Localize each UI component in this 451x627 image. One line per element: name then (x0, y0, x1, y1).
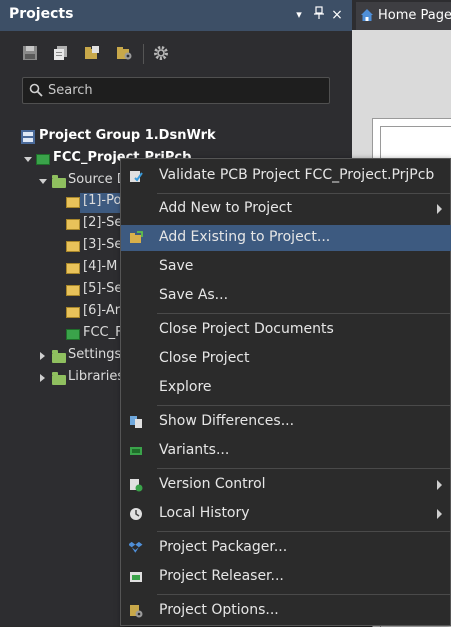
context-menu: Validate PCB Project FCC_Project.PrjPcb … (120, 158, 451, 626)
menu-item-label: Local History (159, 505, 250, 521)
menu-item-add-new[interactable]: Add New to Project (121, 196, 451, 222)
menu-item-label: Show Differences... (159, 413, 295, 429)
pcb-project-icon (36, 154, 50, 165)
toolbar-separator (143, 44, 144, 64)
save-all-icon[interactable] (53, 45, 69, 61)
menu-separator (157, 313, 450, 314)
variants-icon (130, 447, 142, 455)
differences-icon (130, 416, 142, 428)
tree-item-project-group[interactable]: Project Group 1.DsnWrk (39, 128, 216, 143)
submenu-arrow-icon (437, 509, 442, 519)
panel-title: Projects (9, 6, 74, 22)
menu-item-save[interactable]: Save (121, 254, 451, 280)
submenu-arrow-icon (437, 480, 442, 490)
project-settings-icon[interactable] (116, 45, 132, 61)
schematic-doc-icon (66, 241, 80, 252)
menu-item-label: Version Control (159, 476, 266, 492)
history-icon (130, 508, 142, 520)
menu-item-validate[interactable]: Validate PCB Project FCC_Project.PrjPcb (121, 163, 451, 189)
schematic-doc-icon (66, 285, 80, 296)
menu-separator (157, 193, 450, 194)
menu-item-label: Project Packager... (159, 539, 288, 555)
tree-item-libraries[interactable]: Libraries (68, 369, 124, 384)
menu-item-label: Validate PCB Project FCC_Project.PrjPcb (159, 167, 435, 183)
menu-item-show-differences[interactable]: Show Differences... (121, 409, 451, 435)
menu-item-variants[interactable]: Variants... (121, 438, 451, 464)
tab-label: Home Page (378, 8, 451, 23)
folder-icon (52, 175, 66, 188)
menu-item-project-packager[interactable]: Project Packager... (121, 535, 451, 561)
home-icon (361, 9, 373, 21)
tree-item-pcb-doc[interactable]: FCC_F (83, 325, 123, 340)
menu-item-close-project-documents[interactable]: Close Project Documents (121, 317, 451, 343)
menu-separator (157, 405, 450, 406)
schematic-doc-icon (66, 219, 80, 230)
panel-header: Projects ▾ × (0, 0, 352, 31)
menu-item-label: Project Options... (159, 602, 279, 618)
panel-menu-button[interactable]: ▾ (292, 6, 306, 24)
menu-separator (157, 594, 450, 595)
collapse-arrow-icon[interactable] (40, 374, 45, 382)
releaser-icon (130, 572, 142, 582)
folder-open-icon (130, 231, 143, 243)
validate-icon (130, 171, 143, 182)
menu-item-label: Save As... (159, 287, 229, 303)
close-panel-button[interactable]: × (330, 6, 344, 24)
pin-icon (314, 6, 324, 19)
schematic-doc-icon (66, 263, 80, 274)
save-icon[interactable] (22, 45, 38, 61)
tree-item-doc[interactable]: [1]-Po (83, 193, 121, 208)
tree-item-doc[interactable]: [2]-Se (83, 215, 122, 230)
menu-separator (157, 468, 450, 469)
submenu-arrow-icon (437, 204, 442, 214)
folder-icon (52, 372, 66, 385)
open-project-icon[interactable] (84, 45, 100, 61)
menu-item-explore[interactable]: Explore (121, 375, 451, 401)
pin-button[interactable] (312, 6, 326, 24)
menu-item-add-existing[interactable]: Add Existing to Project... (121, 225, 451, 251)
pcb-doc-icon (66, 329, 80, 340)
menu-item-label: Add New to Project (159, 200, 292, 216)
collapse-arrow-icon[interactable] (40, 352, 45, 360)
menu-item-label: Project Releaser... (159, 568, 284, 584)
tree-item-doc[interactable]: [3]-Se (83, 237, 122, 252)
menu-item-label: Explore (159, 379, 212, 395)
menu-separator (157, 531, 450, 532)
schematic-doc-icon (66, 197, 80, 208)
menu-item-version-control[interactable]: Version Control (121, 472, 451, 498)
workspace-icon (21, 130, 35, 144)
tree-item-doc[interactable]: [4]-M (83, 259, 117, 274)
search-box[interactable]: Search (22, 77, 330, 104)
menu-item-label: Variants... (159, 442, 230, 458)
gear-icon[interactable] (153, 45, 169, 61)
tree-item-doc[interactable]: [5]-Se (83, 281, 122, 296)
expand-arrow-icon[interactable] (24, 157, 32, 162)
menu-item-project-releaser[interactable]: Project Releaser... (121, 564, 451, 590)
menu-item-label: Close Project (159, 350, 250, 366)
menu-item-label: Add Existing to Project... (159, 229, 331, 245)
packager-icon (129, 541, 143, 553)
schematic-doc-icon (66, 307, 80, 318)
menu-item-project-options[interactable]: Project Options... (121, 598, 451, 624)
options-icon (130, 605, 143, 618)
menu-item-local-history[interactable]: Local History (121, 501, 451, 527)
tree-item-doc[interactable]: [6]-Ar (83, 303, 120, 318)
search-icon (29, 83, 43, 97)
folder-icon (52, 350, 66, 363)
tree-item-settings[interactable]: Settings (68, 347, 121, 362)
menu-item-save-as[interactable]: Save As... (121, 283, 451, 309)
expand-arrow-icon[interactable] (39, 179, 47, 184)
menu-item-label: Close Project Documents (159, 321, 334, 337)
menu-item-close-project[interactable]: Close Project (121, 346, 451, 372)
menu-item-label: Save (159, 258, 194, 274)
search-input[interactable]: Search (48, 83, 93, 98)
version-control-icon (130, 479, 143, 492)
tab-home-page[interactable]: Home Page (356, 2, 451, 30)
